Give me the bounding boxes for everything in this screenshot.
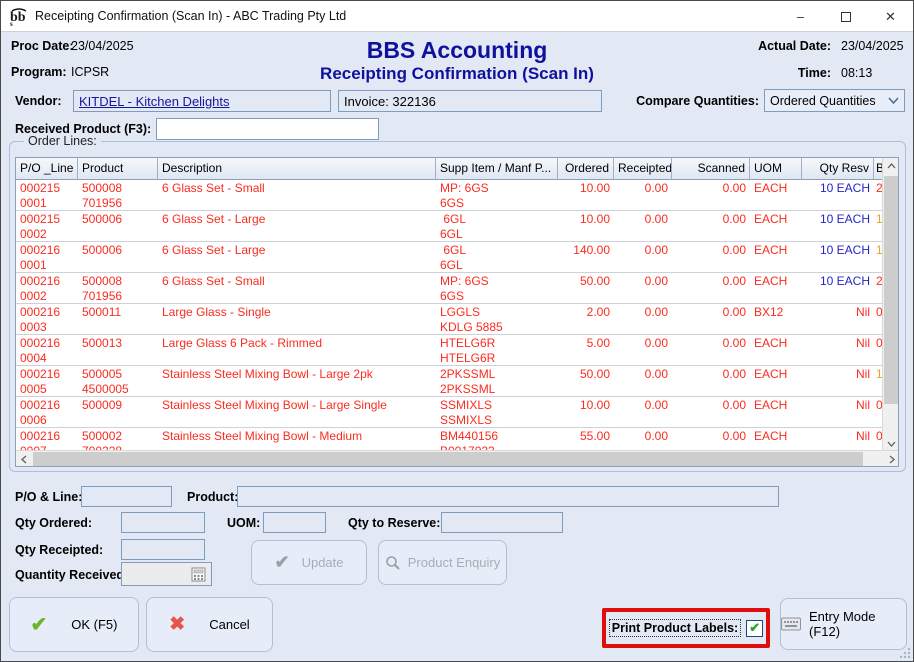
vertical-scroll-thumb[interactable] <box>884 176 898 404</box>
chevron-down-icon <box>888 97 899 105</box>
product-input[interactable] <box>237 486 779 507</box>
product-enquiry-button[interactable]: Product Enquiry <box>378 540 507 585</box>
column-header[interactable]: Qty Resv <box>802 158 874 180</box>
scroll-left-icon[interactable] <box>16 451 32 467</box>
qty-receipted-input[interactable] <box>121 539 205 560</box>
quantity-received-input[interactable] <box>121 562 212 586</box>
check-icon: ✔ <box>274 552 289 573</box>
po-line-input[interactable] <box>81 486 172 507</box>
compare-quantities-select[interactable]: Ordered Quantities <box>764 89 905 112</box>
column-header[interactable]: Receipted <box>614 158 672 180</box>
horizontal-scroll-thumb[interactable] <box>33 452 863 466</box>
keyboard-icon <box>781 617 801 631</box>
update-button[interactable]: ✔ Update <box>251 540 367 585</box>
quantity-received-label: Quantity Received: <box>15 568 128 582</box>
order-lines-group-label: Order Lines: <box>24 134 101 148</box>
print-product-labels-checkbox[interactable] <box>746 620 763 637</box>
compare-quantities-value: Ordered Quantities <box>770 94 876 108</box>
qty-receipted-label: Qty Receipted: <box>15 543 103 557</box>
print-labels-highlight: Print Product Labels: <box>602 608 770 648</box>
close-icon[interactable]: ✕ <box>868 1 913 32</box>
order-line-row[interactable]: 0002150002 500006 6 Glass Set - Large 6G… <box>16 211 884 242</box>
calculator-icon[interactable] <box>191 567 206 582</box>
title-bar: bb s Receipting Confirmation (Scan In) -… <box>1 1 913 32</box>
column-header[interactable]: Description <box>158 158 436 180</box>
qty-to-reserve-label: Qty to Reserve: <box>348 516 440 530</box>
cancel-x-icon: ✖ <box>169 613 185 636</box>
ok-check-icon: ✔ <box>31 612 48 637</box>
column-header[interactable]: Ordered <box>558 158 614 180</box>
order-line-row[interactable]: 0002160003 500011 Large Glass - Single L… <box>16 304 884 335</box>
column-header[interactable]: Product <box>78 158 158 180</box>
order-line-row[interactable]: 0002160002 500008701956 6 Glass Set - Sm… <box>16 273 884 304</box>
ok-button[interactable]: ✔ OK (F5) <box>9 597 139 652</box>
resize-grip[interactable] <box>899 647 911 659</box>
order-line-row[interactable]: 0002160004 500013 Large Glass 6 Pack - R… <box>16 335 884 366</box>
actual-date-label: Actual Date: <box>739 39 831 53</box>
product-label: Product: <box>187 490 238 504</box>
horizontal-scrollbar[interactable] <box>16 450 899 466</box>
app-window: bb s Receipting Confirmation (Scan In) -… <box>0 0 914 662</box>
uom-label: UOM: <box>227 516 260 530</box>
magnifier-icon <box>385 555 401 571</box>
vendor-label: Vendor: <box>15 94 62 108</box>
order-line-row[interactable]: 0002160006 500009 Stainless Steel Mixing… <box>16 397 884 428</box>
window-title: Receipting Confirmation (Scan In) - ABC … <box>35 9 346 23</box>
compare-quantities-label: Compare Quantities: <box>629 94 759 108</box>
order-lines-header: P/O _LineProductDescriptionSupp Item / M… <box>16 158 884 180</box>
order-lines-rows: 0002150001 500008701956 6 Glass Set - Sm… <box>16 180 884 452</box>
column-header[interactable]: Supp Item / Manf P... <box>436 158 558 180</box>
entry-mode-button[interactable]: Entry Mode (F12) <box>780 598 907 650</box>
order-line-row[interactable]: 0002160001 500006 6 Glass Set - Large 6G… <box>16 242 884 273</box>
qty-ordered-label: Qty Ordered: <box>15 516 92 530</box>
vendor-link[interactable]: KITDEL - Kitchen Delights <box>79 94 230 109</box>
po-line-label: P/O & Line: <box>15 490 82 504</box>
actual-date-value: 23/04/2025 <box>841 39 904 53</box>
qty-to-reserve-input[interactable] <box>441 512 563 533</box>
qty-ordered-input[interactable] <box>121 512 205 533</box>
order-line-row[interactable]: 0002150001 500008701956 6 Glass Set - Sm… <box>16 180 884 211</box>
order-line-row[interactable]: 0002160005 5000054500005 Stainless Steel… <box>16 366 884 397</box>
order-lines-table: P/O _LineProductDescriptionSupp Item / M… <box>15 157 899 467</box>
svg-text:s: s <box>10 20 13 26</box>
minimize-icon[interactable]: – <box>778 1 823 32</box>
received-product-input[interactable] <box>156 118 379 140</box>
maximize-icon[interactable] <box>823 1 868 32</box>
vendor-field: KITDEL - Kitchen Delights <box>73 90 331 112</box>
print-product-labels-label: Print Product Labels: <box>609 619 741 637</box>
invoice-field: Invoice: 322136 <box>338 90 602 112</box>
column-header[interactable]: P/O _Line <box>16 158 78 180</box>
uom-input[interactable] <box>263 512 326 533</box>
column-header[interactable]: UOM <box>750 158 802 180</box>
scroll-up-icon[interactable] <box>883 158 899 174</box>
time-label: Time: <box>739 66 831 80</box>
time-value: 08:13 <box>841 66 872 80</box>
column-header[interactable]: Scanned <box>672 158 750 180</box>
app-logo-icon: bb s <box>9 6 29 26</box>
vertical-scrollbar[interactable] <box>882 158 898 452</box>
cancel-button[interactable]: ✖ Cancel <box>146 597 273 652</box>
scroll-right-icon[interactable] <box>884 451 899 467</box>
order-line-row[interactable]: 0002160007 500002700228 Stainless Steel … <box>16 428 884 452</box>
